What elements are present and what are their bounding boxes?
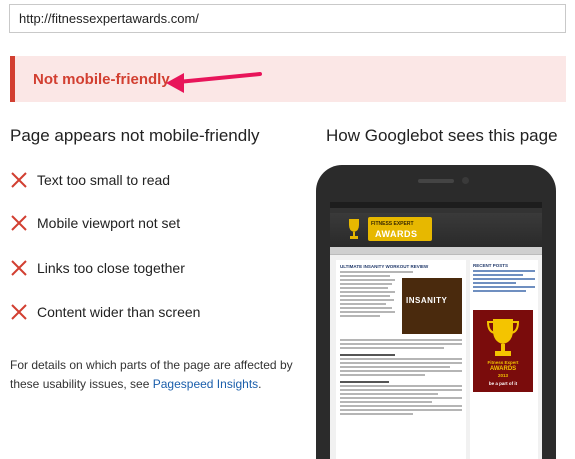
issue-item: Links too close together [10, 257, 185, 279]
pagespeed-insights-link[interactable]: Pagespeed Insights [153, 377, 258, 391]
issue-item: Content wider than screen [10, 301, 200, 323]
preview-article-title: ULTIMATE INSANITY WORKOUT REVIEW [340, 264, 429, 269]
preview-sidebar-heading: RECENT POSTS [473, 263, 509, 268]
verdict-label: Not mobile-friendly [33, 71, 170, 88]
preview-article: ULTIMATE INSANITY WORKOUT REVIEW INSANIT… [336, 260, 466, 459]
issue-label: Mobile viewport not set [37, 215, 181, 231]
arrow-annotation-icon [166, 72, 262, 93]
page-preview-screenshot: FITNESS EXPERT AWARDS ULTIMATE INSANITY … [330, 202, 542, 459]
trophy-icon [349, 219, 359, 239]
issue-label: Content wider than screen [37, 304, 201, 320]
issue-label: Links too close together [37, 260, 185, 276]
preview-logo-text: FITNESS EXPERT [371, 221, 414, 227]
url-field[interactable]: http://fitnessexpertawards.com/ [9, 4, 566, 33]
cross-icon [11, 172, 27, 188]
preview-sidebar: RECENT POSTS Fitness Expert AWARDS 2013 … [470, 260, 538, 459]
preview-menu [330, 247, 542, 255]
issue-item: Text too small to read [10, 169, 170, 191]
issues-heading: Page appears not mobile-friendly [10, 126, 260, 145]
preview-banner: FITNESS EXPERT AWARDS [330, 213, 542, 247]
cross-icon [11, 304, 27, 320]
googlebot-heading: How Googlebot sees this page [326, 126, 558, 145]
cross-icon [11, 215, 27, 231]
preview-award-image: Fitness Expert AWARDS 2013 be a part of … [473, 310, 533, 392]
phone-camera [462, 177, 469, 184]
preview-poster-image: INSANITY [402, 278, 462, 334]
details-text: For details on which parts of the page a… [10, 358, 293, 391]
phone-frame: FITNESS EXPERT AWARDS ULTIMATE INSANITY … [316, 165, 556, 459]
phone-speaker [418, 179, 454, 183]
verdict-banner: Not mobile-friendly [10, 56, 566, 102]
issue-item: Mobile viewport not set [10, 212, 180, 234]
cross-icon [11, 260, 27, 276]
trophy-icon [487, 319, 519, 356]
issue-label: Text too small to read [37, 172, 171, 188]
preview-logo-subtext: AWARDS [375, 229, 418, 239]
